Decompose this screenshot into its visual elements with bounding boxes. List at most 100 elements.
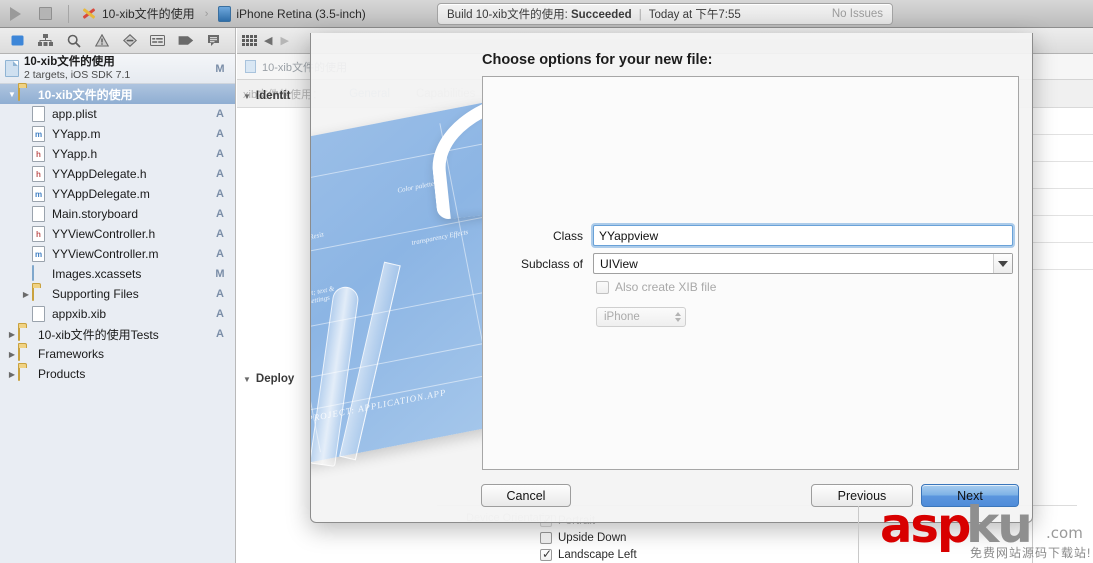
navigator-row-label: Images.xcassets — [52, 267, 142, 281]
scheme-selector[interactable]: 10-xib文件的使用 › iPhone Retina (3.5-inch) — [77, 5, 366, 22]
section-identity-label: Identit — [255, 90, 291, 102]
navigator-row-badge: A — [216, 168, 224, 180]
project-navigator: 10-xib文件的使用 2 targets, iOS SDK 7.1 M ▼ 10… — [0, 54, 236, 563]
scheme-name: 10-xib文件的使用 — [102, 7, 195, 21]
navigator-row-badge: A — [216, 188, 224, 200]
file-icon — [32, 265, 47, 282]
navigator-row[interactable]: h YYViewController.h A — [0, 224, 235, 244]
checkbox-icon[interactable] — [540, 531, 552, 544]
navigator-row[interactable]: Main.storyboard A — [0, 204, 235, 224]
stop-icon — [38, 7, 52, 20]
navigator-row[interactable]: ▶ Products — [0, 364, 235, 384]
file-icon — [32, 206, 47, 222]
xcode-window: 10-xib文件的使用 › iPhone Retina (3.5-inch) B… — [0, 0, 1093, 563]
project-header-row[interactable]: 10-xib文件的使用 2 targets, iOS SDK 7.1 M — [0, 54, 235, 84]
navigator-row-badge: A — [216, 208, 224, 220]
navigator-row[interactable]: h YYAppDelegate.h A — [0, 164, 235, 184]
section-deployment[interactable]: ▼ Deploy — [243, 373, 294, 385]
device-icon — [218, 5, 232, 22]
back-arrow-icon[interactable]: ◀ — [264, 34, 272, 47]
stop-button[interactable] — [30, 4, 60, 24]
navigator-row[interactable]: app.plist A — [0, 104, 235, 124]
breakpoint-icon[interactable] — [144, 30, 171, 52]
navigator-row[interactable]: m YYAppDelegate.m A — [0, 184, 235, 204]
subclass-dropdown[interactable]: UIView — [593, 253, 1013, 274]
file-icon: m — [32, 186, 47, 202]
orientation-landscape-left[interactable]: Landscape Left — [540, 546, 637, 563]
disclosure-triangle-icon[interactable]: ▼ — [6, 90, 18, 99]
navigator-row[interactable]: ▼ 10-xib文件的使用 — [0, 84, 235, 104]
navigator-rows: ▼ 10-xib文件的使用 app.plist Am YYapp.m A h YYapp.h A… — [0, 84, 235, 384]
new-file-form: Class Subclass of UIView Also create XIB… — [483, 77, 1018, 469]
issues-count: No Issues — [831, 8, 883, 20]
report-icon[interactable] — [200, 30, 227, 52]
navigator-row-label: YYAppDelegate.m — [52, 187, 150, 201]
navigator-row[interactable]: m YYapp.m A — [0, 124, 235, 144]
disclosure-triangle-icon[interactable]: ▶ — [6, 370, 18, 379]
folder-icon[interactable] — [4, 30, 31, 52]
project-doc-icon — [245, 60, 256, 73]
device-family-popup: iPhone — [596, 307, 686, 327]
navigator-row-badge: A — [216, 108, 224, 120]
forward-arrow-icon[interactable]: ▶ — [280, 34, 288, 47]
watermark: asp ku .com 免费网站源码下载站! — [878, 496, 1093, 563]
status-bar[interactable]: Build 10-xib文件的使用: Succeeded | Today at 下午… — [437, 3, 893, 25]
run-button[interactable] — [0, 4, 30, 24]
orientation-upside-down[interactable]: Upside Down — [540, 529, 637, 546]
also-create-xib-label: Also create XIB file — [615, 280, 717, 294]
sheet-title: Choose options for your new file: — [482, 52, 713, 68]
watermark-tagline: 免费网站源码下载站! — [970, 546, 1092, 560]
navigator-row-label: YYapp.h — [52, 147, 98, 161]
cancel-button[interactable]: Cancel — [481, 484, 571, 507]
navigator-row-label: app.plist — [52, 107, 97, 121]
file-icon — [18, 85, 33, 102]
file-icon: h — [32, 226, 47, 242]
disclosure-triangle-icon[interactable]: ▶ — [20, 290, 32, 299]
navigator-row[interactable]: Images.xcassets M — [0, 264, 235, 284]
navigator-row[interactable]: ▶ Frameworks — [0, 344, 235, 364]
debug-icon[interactable] — [116, 30, 143, 52]
checkbox-icon[interactable] — [540, 547, 552, 561]
navigator-row-label: Frameworks — [38, 347, 105, 361]
navigator-row[interactable]: m YYViewController.m A — [0, 244, 235, 264]
navigator-row-label: appxib.xib — [52, 307, 107, 321]
toolbar: 10-xib文件的使用 › iPhone Retina (3.5-inch) B… — [0, 0, 1093, 28]
grid-icon[interactable] — [242, 34, 257, 47]
chevron-down-icon[interactable] — [993, 254, 1012, 273]
navigator-row-badge: A — [216, 228, 224, 240]
navigator-row[interactable]: ▶ 10-xib文件的使用Tests A — [0, 324, 235, 344]
navigator-row[interactable]: appxib.xib A — [0, 304, 235, 324]
section-deployment-label: Deploy — [255, 373, 295, 385]
blueprint-note: transparency Effects — [410, 227, 469, 247]
navigator-row-badge: A — [216, 308, 224, 320]
hierarchy-icon[interactable] — [32, 30, 59, 52]
warning-icon[interactable] — [88, 30, 115, 52]
search-icon[interactable] — [60, 30, 87, 52]
device-name: iPhone Retina (3.5-inch) — [236, 6, 366, 21]
disclosure-triangle-icon: ▼ — [243, 91, 251, 101]
navigator-row-label: YYAppDelegate.h — [52, 167, 147, 181]
file-icon — [32, 106, 47, 122]
watermark-asp: asp — [880, 498, 971, 554]
status-text: Build 10-xib文件的使用: Succeeded | Today at 下午… — [447, 9, 741, 21]
inspector-panel — [1032, 108, 1093, 563]
stepper-icon — [675, 312, 681, 322]
navigator-row-badge: A — [216, 128, 224, 140]
disclosure-triangle-icon: ▼ — [243, 374, 251, 384]
navigator-row-badge: A — [216, 288, 224, 300]
navigator-row-label: Supporting Files — [52, 287, 139, 301]
play-icon — [9, 6, 21, 21]
disclosure-triangle-icon[interactable]: ▶ — [6, 330, 18, 339]
navigator-row-label: Products — [38, 367, 86, 381]
navigator-row[interactable]: h YYapp.h A — [0, 144, 235, 164]
tag-icon[interactable] — [172, 30, 199, 52]
section-identity[interactable]: ▼ Identit — [243, 90, 290, 102]
blueprint-note: Color palette — [396, 179, 435, 195]
sheet-content-panel: Class Subclass of UIView Also create XIB… — [482, 76, 1019, 470]
device-family-value: iPhone — [604, 311, 640, 323]
disclosure-triangle-icon[interactable]: ▶ — [6, 350, 18, 359]
file-icon — [18, 365, 33, 382]
class-input[interactable] — [593, 225, 1013, 246]
file-icon: h — [32, 146, 47, 162]
navigator-row[interactable]: ▶ Supporting Files A — [0, 284, 235, 304]
